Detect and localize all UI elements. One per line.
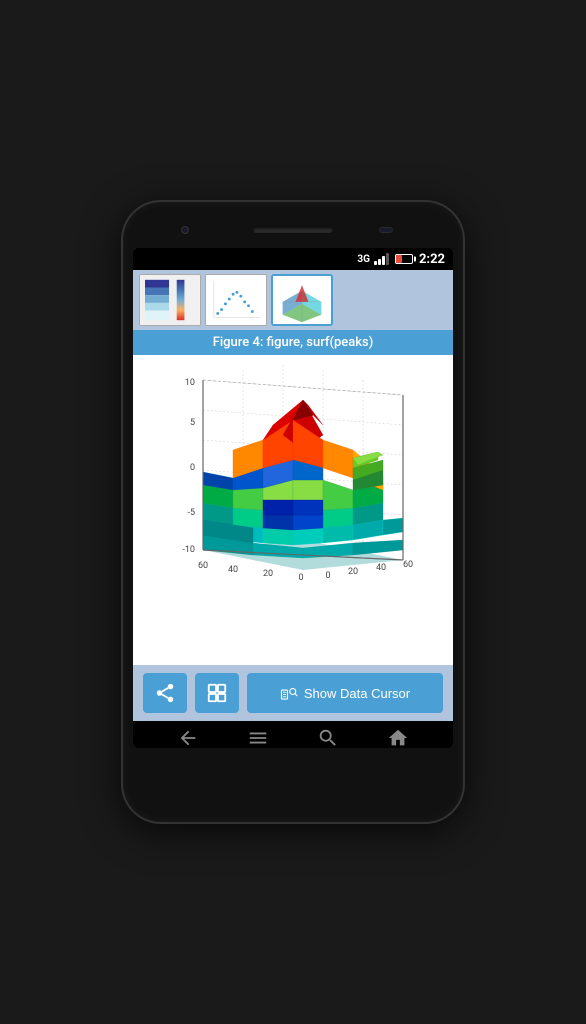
svg-text:-10: -10 — [182, 545, 195, 555]
svg-text:0: 0 — [325, 571, 330, 581]
signal-bar-1 — [374, 261, 377, 265]
network-indicator: 3G — [357, 254, 370, 265]
svg-text:-5: -5 — [187, 508, 195, 518]
svg-text:60: 60 — [198, 561, 208, 571]
signal-bar-3 — [382, 256, 385, 265]
battery-icon — [395, 254, 413, 264]
front-camera — [181, 226, 189, 234]
thumbnails-strip — [133, 270, 453, 330]
svg-text:0: 0 — [298, 573, 303, 583]
share-button[interactable] — [143, 673, 187, 713]
svg-text:60: 60 — [403, 560, 413, 570]
show-data-cursor-button[interactable]: Show Data Cursor — [247, 673, 443, 713]
thumbnail-3[interactable] — [271, 274, 333, 326]
nav-menu-button[interactable] — [247, 727, 269, 749]
signal-bars — [374, 253, 389, 265]
nav-search-button[interactable] — [317, 727, 339, 749]
phone-top-bar — [133, 216, 453, 244]
svg-text:40: 40 — [228, 565, 238, 575]
battery-fill — [396, 255, 402, 263]
thumbnail-1[interactable] — [139, 274, 201, 326]
nav-bar — [133, 721, 453, 748]
svg-text:10: 10 — [185, 378, 195, 388]
svg-text:40: 40 — [376, 563, 386, 573]
phone-device: 3G 2:22 — [123, 202, 463, 822]
status-bar: 3G 2:22 — [133, 248, 453, 270]
nav-back-button[interactable] — [177, 727, 199, 749]
speaker-grille — [253, 227, 333, 233]
nav-home-button[interactable] — [387, 727, 409, 749]
figure-title: Figure 4: figure, surf(peaks) — [133, 330, 453, 355]
svg-text:5: 5 — [190, 418, 195, 428]
surf-plot-svg: 10 5 0 -5 -10 60 40 20 0 0 20 40 60 — [153, 360, 433, 660]
cursor-toggle-button[interactable] — [195, 673, 239, 713]
svg-text:0: 0 — [190, 463, 195, 473]
status-time: 2:22 — [419, 252, 445, 267]
svg-text:20: 20 — [263, 569, 273, 579]
signal-bar-4 — [386, 253, 389, 265]
thumbnail-2[interactable] — [205, 274, 267, 326]
svg-text:20: 20 — [348, 567, 358, 577]
chart-area: 10 5 0 -5 -10 60 40 20 0 0 20 40 60 — [133, 355, 453, 665]
front-sensor — [379, 227, 393, 233]
signal-bar-2 — [378, 259, 381, 265]
show-data-cursor-label: Show Data Cursor — [304, 686, 410, 701]
screen: 3G 2:22 — [133, 248, 453, 748]
bottom-toolbar: Show Data Cursor — [133, 665, 453, 721]
